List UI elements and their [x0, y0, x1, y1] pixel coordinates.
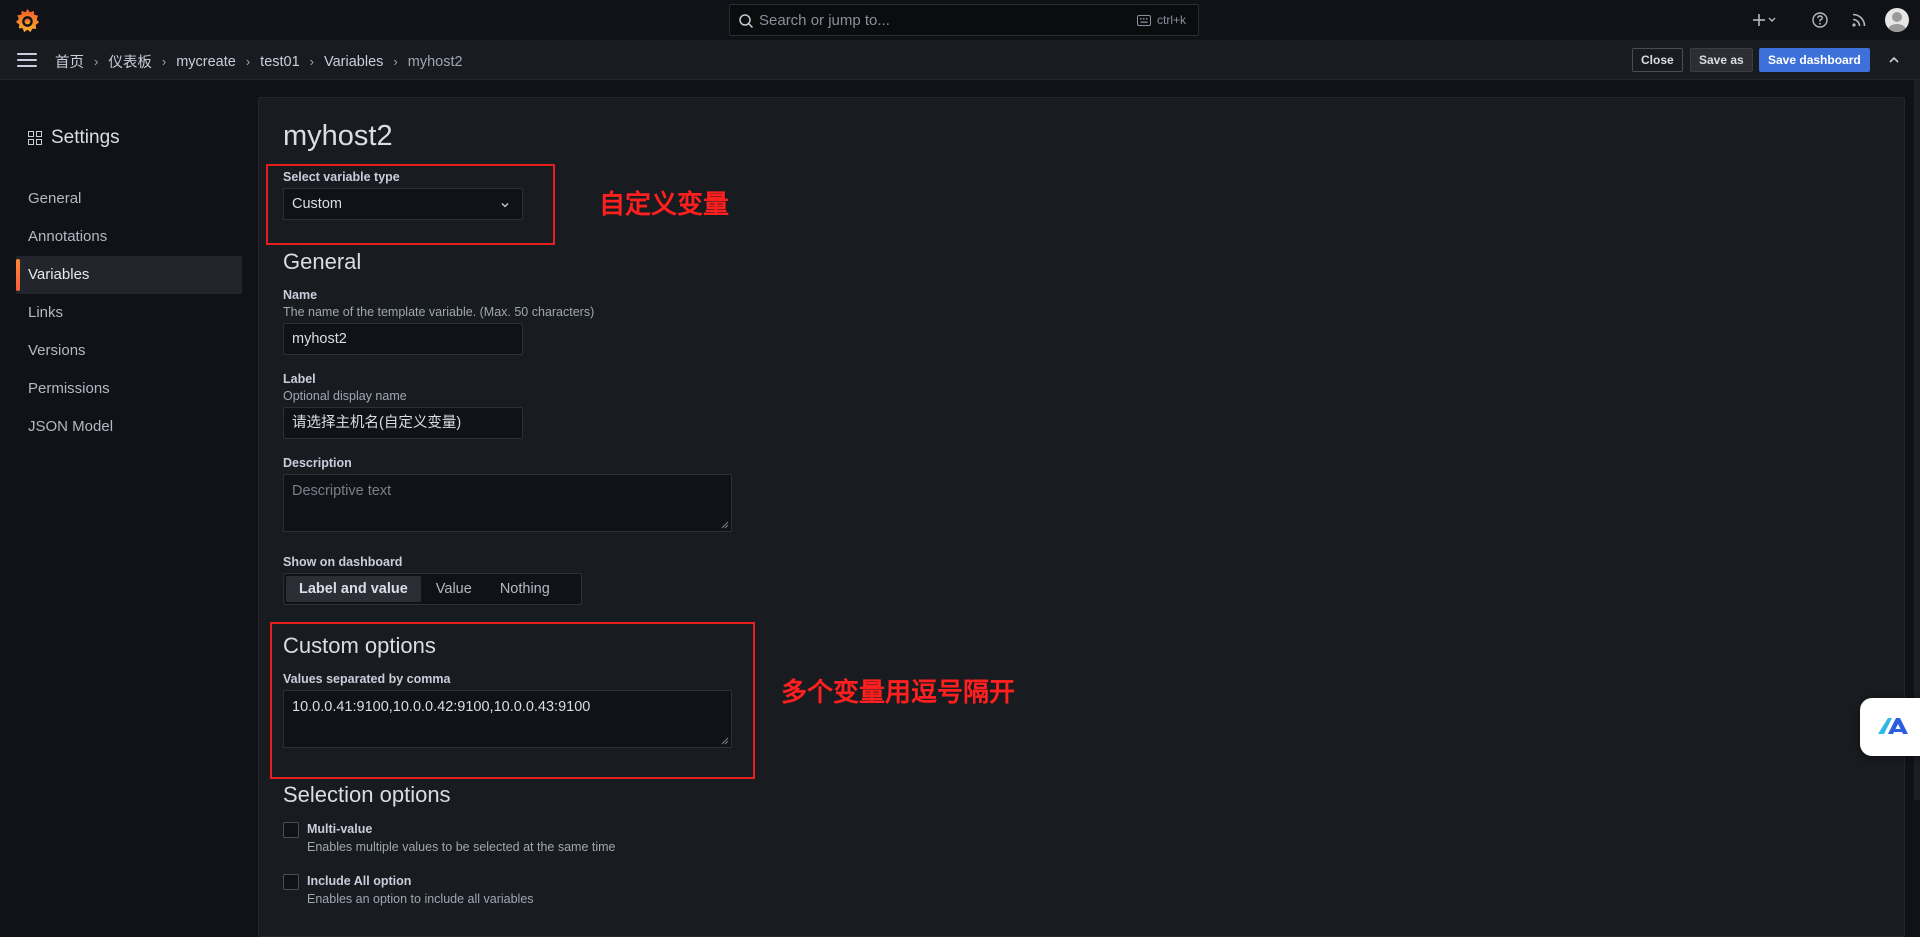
close-button[interactable]: Close [1632, 48, 1683, 72]
radio-label-and-value[interactable]: Label and value [286, 576, 421, 602]
top-bar: Search or jump to... ctrl+k [0, 0, 1920, 40]
search-shortcut: ctrl+k [1157, 13, 1187, 27]
breadcrumb-separator: › [393, 54, 398, 69]
label-input[interactable]: 请选择主机名(自定义变量) [283, 407, 523, 439]
sidebar-item-versions[interactable]: Versions [16, 332, 242, 370]
breadcrumb-item-home[interactable]: 首页 [55, 51, 84, 72]
breadcrumb-item-dashboard[interactable]: test01 [260, 54, 300, 70]
breadcrumb-item-variables[interactable]: Variables [324, 54, 383, 70]
description-placeholder: Descriptive text [292, 483, 392, 499]
plus-icon[interactable] [1750, 11, 1768, 29]
description-label: Description [283, 456, 352, 470]
include-all-checkbox[interactable] [283, 874, 299, 890]
breadcrumb: 首页 › 仪表板 › mycreate › test01 › Variables… [55, 51, 463, 72]
avatar[interactable] [1885, 8, 1909, 32]
label-label: Label [283, 372, 316, 386]
search-icon [739, 14, 754, 29]
name-input[interactable]: myhost2 [283, 323, 523, 355]
show-on-dashboard-label: Show on dashboard [283, 555, 403, 569]
search-placeholder: Search or jump to... [759, 12, 890, 29]
save-as-button[interactable]: Save as [1690, 48, 1753, 72]
name-description: The name of the template variable. (Max.… [283, 305, 595, 319]
breadcrumb-separator: › [94, 54, 99, 69]
multi-value-description: Enables multiple values to be selected a… [307, 840, 616, 854]
menu-icon[interactable] [17, 53, 37, 67]
general-heading: General [283, 249, 362, 274]
show-on-dashboard-radio-group: Label and value Value Nothing [283, 573, 582, 605]
description-textarea[interactable]: Descriptive text [283, 474, 732, 532]
search-box[interactable]: Search or jump to... ctrl+k [729, 4, 1199, 36]
sidebar-item-json-model[interactable]: JSON Model [16, 408, 242, 446]
page-title: myhost2 [283, 120, 393, 152]
breadcrumb-item-dashboards[interactable]: 仪表板 [108, 51, 152, 72]
selection-options-heading: Selection options [283, 782, 451, 807]
rss-icon[interactable] [1850, 11, 1868, 29]
breadcrumb-separator: › [309, 54, 315, 69]
breadcrumb-item-folder[interactable]: mycreate [176, 54, 236, 70]
breadcrumb-bar: 首页 › 仪表板 › mycreate › test01 › Variables… [0, 40, 1920, 80]
radio-value[interactable]: Value [423, 576, 485, 602]
apps-icon [28, 131, 42, 145]
user-icon [1888, 12, 1906, 32]
breadcrumb-separator: › [161, 54, 167, 69]
keyboard-icon [1137, 15, 1151, 26]
settings-nav: General Annotations Variables Links Vers… [16, 180, 242, 446]
label-description: Optional display name [283, 389, 407, 403]
annotation-note-custom-variable: 自定义变量 [599, 190, 730, 220]
include-all-description: Enables an option to include all variabl… [307, 892, 534, 906]
assistant-icon [1878, 718, 1908, 734]
help-icon[interactable] [1811, 11, 1829, 29]
breadcrumb-separator: › [245, 54, 251, 69]
radio-nothing[interactable]: Nothing [487, 576, 563, 602]
include-all-label: Include All option [307, 874, 412, 888]
breadcrumb-item-current: myhost2 [407, 53, 463, 70]
resize-handle-icon[interactable] [721, 521, 729, 529]
multi-value-label: Multi-value [307, 822, 373, 836]
scrollbar[interactable] [1914, 80, 1920, 800]
sidebar-item-permissions[interactable]: Permissions [16, 370, 242, 408]
sidebar-item-general[interactable]: General [16, 180, 242, 218]
floating-assistant-button[interactable] [1860, 698, 1920, 756]
sidebar-item-variables[interactable]: Variables [16, 256, 242, 294]
sidebar-item-links[interactable]: Links [16, 294, 242, 332]
annotation-box-type [266, 164, 555, 245]
chevron-up-icon[interactable] [1887, 53, 1901, 67]
grafana-logo-icon[interactable] [14, 7, 41, 34]
sidebar-item-annotations[interactable]: Annotations [16, 218, 242, 256]
settings-title-text: Settings [51, 127, 120, 148]
chevron-down-icon[interactable] [1767, 11, 1777, 29]
annotation-note-comma-separated: 多个变量用逗号隔开 [781, 678, 1016, 708]
annotation-box-custom-options [270, 622, 755, 779]
multi-value-checkbox[interactable] [283, 822, 299, 838]
save-dashboard-button[interactable]: Save dashboard [1759, 48, 1870, 72]
name-label: Name [283, 288, 318, 302]
settings-title: Settings [28, 127, 120, 149]
